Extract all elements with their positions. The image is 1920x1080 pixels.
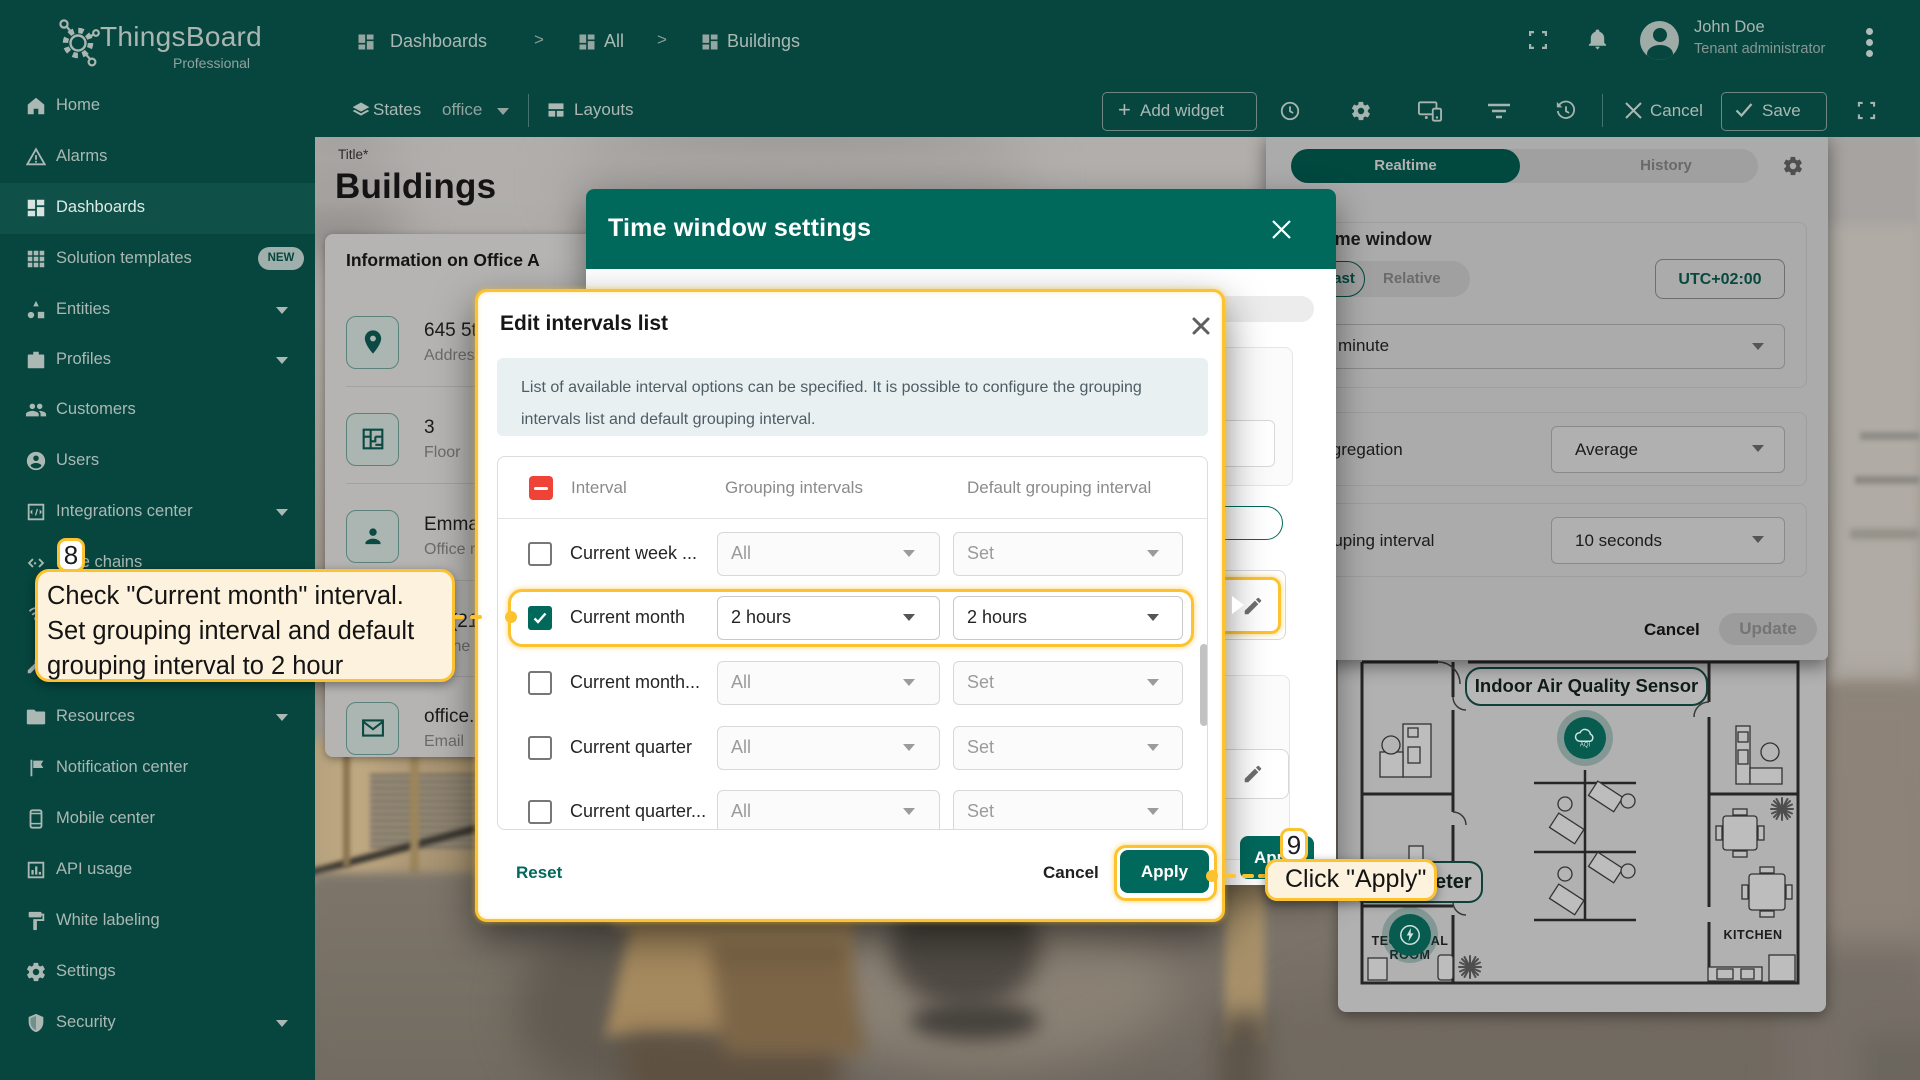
svg-text:AQI: AQI (1580, 743, 1591, 749)
